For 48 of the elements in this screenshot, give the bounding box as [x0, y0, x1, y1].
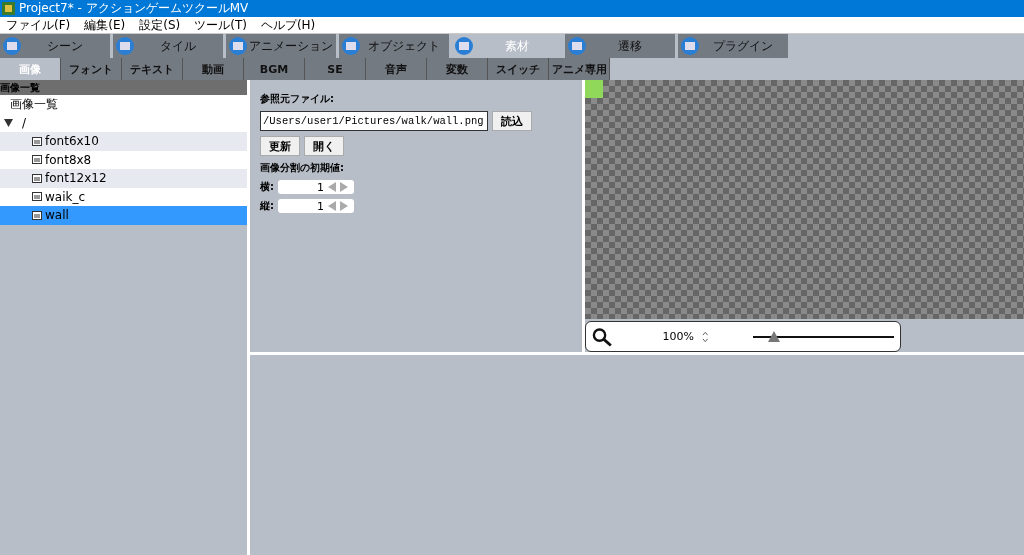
expand-icon[interactable]: [4, 118, 13, 127]
sub-tab[interactable]: 動画: [183, 58, 244, 80]
main-tab[interactable]: 遷移: [565, 34, 675, 58]
section-label: 画像分割の初期値:: [260, 161, 345, 175]
main-tab[interactable]: アニメーション: [226, 34, 336, 58]
image-file-icon: [32, 155, 42, 165]
spinner-label: 横:: [260, 180, 274, 194]
file-path-field[interactable]: /Users/user1/Pictures/walk/wall.png: [260, 111, 488, 131]
app-icon: [2, 2, 15, 15]
window-title: Project7* - アクションゲームツクールMV: [19, 0, 249, 17]
sub-tab[interactable]: SE: [305, 58, 366, 80]
spinner-label: 縦:: [260, 199, 274, 213]
search-icon[interactable]: [592, 326, 615, 347]
image-preview: [585, 80, 603, 98]
sub-tab[interactable]: BGM: [244, 58, 305, 80]
sub-tab[interactable]: 変数: [427, 58, 488, 80]
menu-item[interactable]: 設定(S): [139, 17, 181, 33]
main-tab[interactable]: プラグイン: [678, 34, 788, 58]
spin-arrows-icon[interactable]: [702, 329, 709, 344]
panel-header: 画像一覧: [0, 80, 247, 95]
menu-item[interactable]: ツール(T): [194, 17, 247, 33]
tree-item[interactable]: font6x10: [0, 132, 247, 151]
number-spinner[interactable]: 1: [278, 180, 354, 194]
sub-tab[interactable]: アニメ専用: [549, 58, 610, 80]
image-file-icon: [32, 210, 42, 220]
load-button[interactable]: 読込: [492, 111, 532, 131]
number-spinner[interactable]: 1: [278, 199, 354, 213]
menu-item[interactable]: ファイル(F): [6, 17, 71, 33]
image-file-icon: [32, 136, 42, 146]
action-button[interactable]: 更新: [260, 136, 300, 156]
field-label: 参照元ファイル:: [260, 92, 335, 106]
sub-tab[interactable]: 音声: [366, 58, 427, 80]
sub-tab[interactable]: テキスト: [122, 58, 183, 80]
sub-tab[interactable]: フォント: [61, 58, 122, 80]
tree-item[interactable]: wall: [0, 206, 247, 225]
picture-icon: [3, 37, 21, 55]
tree-item[interactable]: font12x12: [0, 169, 247, 188]
image-file-icon: [32, 192, 42, 202]
menu-item[interactable]: 編集(E): [84, 17, 126, 33]
image-file-icon: [32, 173, 42, 183]
main-tab[interactable]: シーン: [0, 34, 110, 58]
sub-tab[interactable]: スイッチ: [488, 58, 549, 80]
action-button[interactable]: 開く: [304, 136, 344, 156]
zoom-value: 100%: [662, 330, 695, 343]
menu-item[interactable]: ヘルプ(H): [260, 17, 316, 33]
slider-thumb[interactable]: [767, 330, 780, 342]
main-tab[interactable]: オブジェクト: [339, 34, 449, 58]
main-tab[interactable]: タイル: [113, 34, 223, 58]
